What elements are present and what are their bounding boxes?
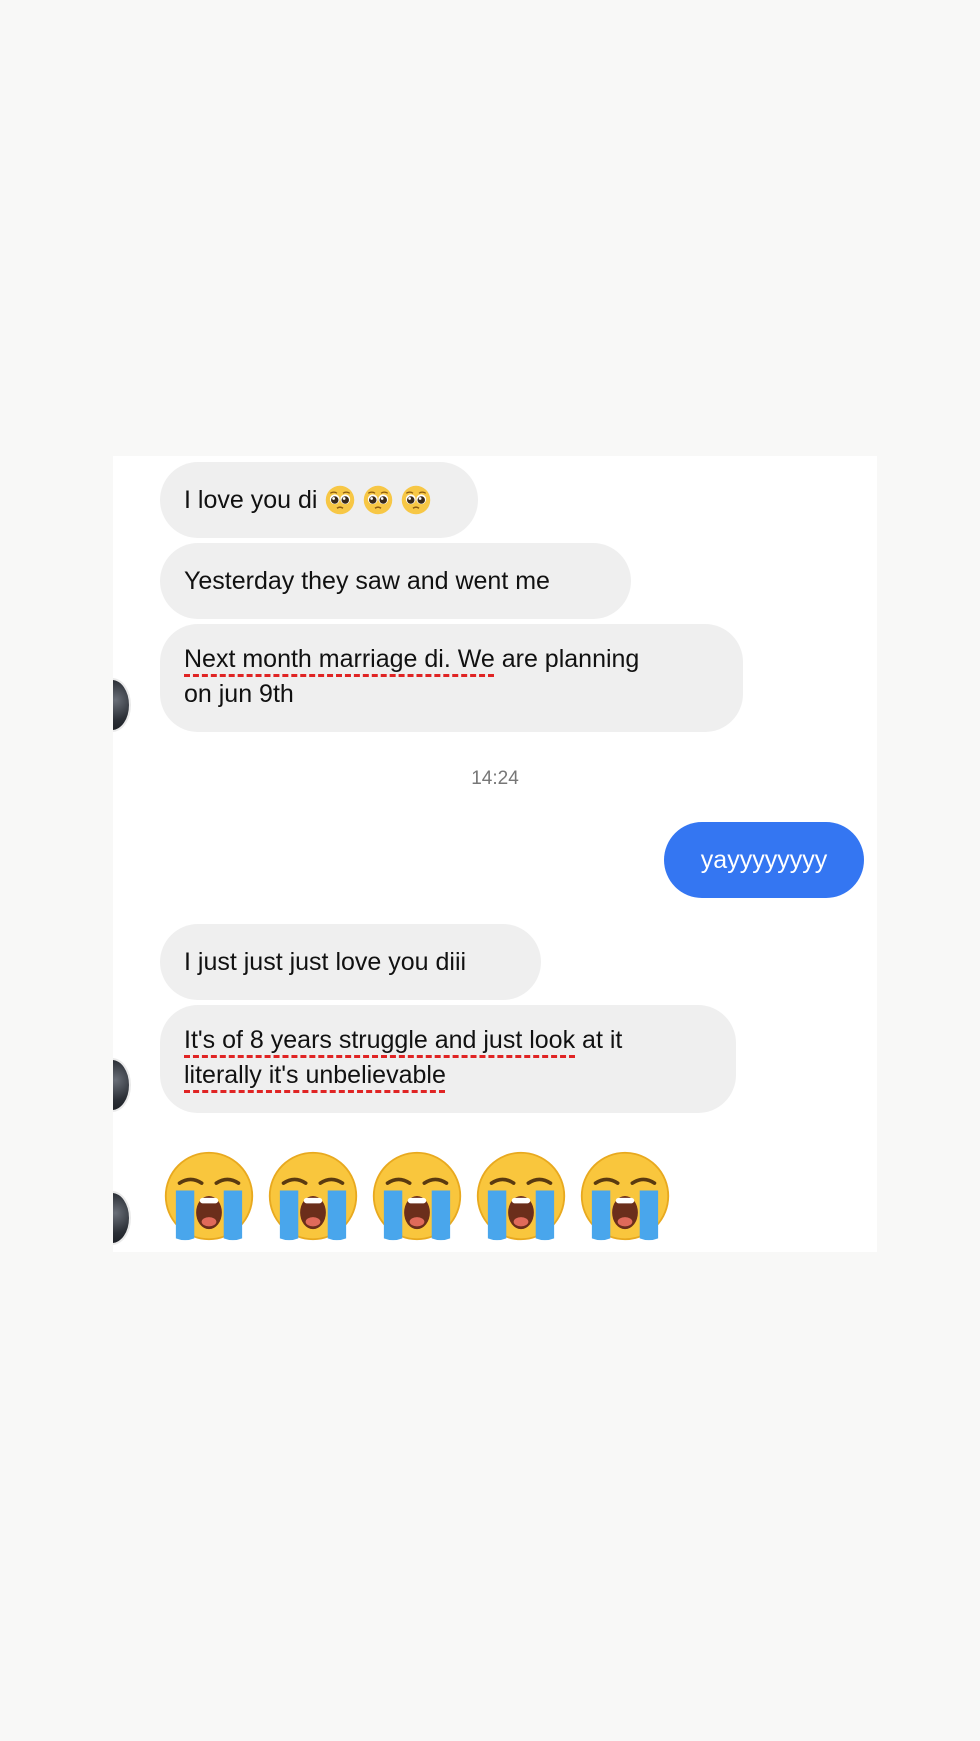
- loudly-crying-face-icon: [163, 1150, 255, 1242]
- emoji-message[interactable]: [163, 1150, 671, 1242]
- spellcheck-underlined-text: Next month marriage di. We: [184, 645, 495, 673]
- message-timestamp: 14:24: [471, 768, 519, 789]
- pleading-face-icon: [401, 485, 431, 515]
- message-line: on jun 9th: [184, 680, 294, 708]
- message-text: yayyyyyyyy: [700, 845, 828, 874]
- sent-message-bubble[interactable]: yayyyyyyyy: [664, 822, 864, 898]
- loudly-crying-face-icon: [579, 1150, 671, 1242]
- spellcheck-underlined-text: literally it's unbelievable: [184, 1061, 446, 1089]
- pleading-face-icon: [363, 485, 393, 515]
- avatar[interactable]: [113, 678, 131, 732]
- message-text: at it: [575, 1026, 623, 1054]
- message-text: are planning: [494, 645, 640, 673]
- screenshot-page: I love you di Yesterday they saw and wen…: [0, 0, 980, 1741]
- message-line: Next month marriage di. We are planning: [184, 642, 719, 677]
- avatar[interactable]: [113, 1058, 131, 1112]
- loudly-crying-face-icon: [371, 1150, 463, 1242]
- loudly-crying-face-icon: [475, 1150, 567, 1242]
- received-message-bubble[interactable]: I just just just love you diii: [160, 924, 541, 1000]
- avatar[interactable]: [113, 1191, 131, 1245]
- pleading-face-icon: [325, 485, 355, 515]
- spellcheck-underlined-text: It's of 8 years struggle and just look: [184, 1026, 576, 1054]
- message-line: It's of 8 years struggle and just look a…: [184, 1023, 712, 1058]
- received-message-bubble[interactable]: It's of 8 years struggle and just look a…: [160, 1005, 736, 1113]
- loudly-crying-face-icon: [267, 1150, 359, 1242]
- received-message-bubble[interactable]: Next month marriage di. We are planning …: [160, 624, 743, 732]
- received-message-bubble[interactable]: I love you di: [160, 462, 478, 538]
- message-text: I just just just love you diii: [184, 947, 467, 976]
- received-message-bubble[interactable]: Yesterday they saw and went me: [160, 543, 631, 619]
- message-line: literally it's unbelievable: [184, 1058, 712, 1093]
- chat-thread[interactable]: I love you di Yesterday they saw and wen…: [113, 456, 877, 1252]
- message-text: Yesterday they saw and went me: [184, 566, 550, 595]
- message-text: I love you di: [184, 485, 318, 514]
